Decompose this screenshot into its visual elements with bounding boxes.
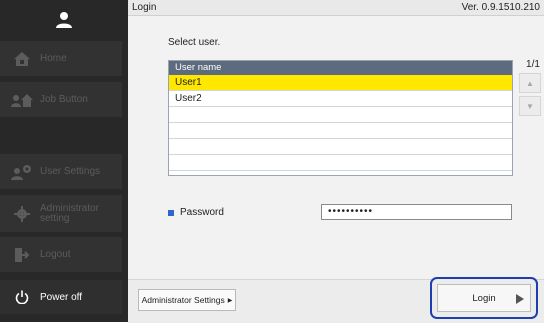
user-settings-icon [4, 164, 40, 180]
bullet-square-icon [168, 209, 174, 216]
sidebar-item-label: Job Button [40, 93, 88, 105]
page-title: Login [132, 2, 157, 13]
user-list-header: User name [169, 61, 512, 75]
arrow-right-icon [516, 294, 524, 304]
home-icon [4, 51, 40, 67]
list-item[interactable]: User1 [169, 75, 512, 91]
chevron-up-icon: ▲ [526, 78, 534, 88]
title-bar: Login Ver. 0.9.1510.210 [128, 0, 544, 16]
power-off-button[interactable]: Power off [0, 280, 122, 314]
select-user-prompt: Select user. [168, 37, 221, 48]
chevron-right-icon: ▶ [227, 297, 233, 304]
main-panel: Login Ver. 0.9.1510.210 Select user. Use… [128, 0, 544, 323]
sidebar-item-label: User Settings [40, 165, 101, 177]
sidebar-item-user-settings[interactable]: User Settings [0, 154, 122, 189]
scroll-down-button[interactable]: ▼ [519, 96, 541, 116]
sidebar-item-administrator-setting[interactable]: Administrator setting [0, 195, 122, 232]
logout-icon [4, 247, 40, 263]
sidebar-item-home[interactable]: Home [0, 41, 122, 76]
sidebar-item-label: Logout [40, 248, 71, 260]
power-icon [4, 290, 40, 304]
user-avatar-icon [0, 0, 128, 40]
chevron-down-icon: ▼ [526, 101, 534, 111]
sidebar-item-label: Administrator setting [40, 202, 99, 224]
login-button[interactable]: Login [437, 284, 531, 312]
scroll-up-button[interactable]: ▲ [519, 73, 541, 93]
sidebar-item-label: Home [40, 52, 67, 64]
user-list: User name User1 User2 [168, 60, 513, 176]
administrator-settings-label: Administrator Settings [141, 295, 225, 305]
list-item[interactable] [169, 155, 512, 171]
gear-icon [4, 205, 40, 222]
list-item[interactable] [169, 123, 512, 139]
list-item[interactable]: User2 [169, 91, 512, 107]
sidebar-item-logout[interactable]: Logout [0, 237, 122, 272]
list-item[interactable] [169, 139, 512, 155]
job-button-icon [4, 92, 40, 108]
administrator-settings-button[interactable]: Administrator Settings ▶ [138, 289, 236, 311]
list-item[interactable] [169, 107, 512, 123]
sidebar: Home Job Button User Settings Administra… [0, 0, 128, 322]
page-indicator: 1/1 [526, 59, 540, 70]
password-label: Password [168, 207, 224, 218]
power-off-label: Power off [40, 291, 83, 303]
password-label-text: Password [180, 207, 224, 218]
login-label: Login [472, 292, 496, 304]
login-button-focus-ring: Login [430, 277, 538, 319]
password-field[interactable]: •••••••••• [321, 204, 512, 220]
sidebar-item-job-button[interactable]: Job Button [0, 82, 122, 117]
version-label: Ver. 0.9.1510.210 [461, 2, 540, 13]
